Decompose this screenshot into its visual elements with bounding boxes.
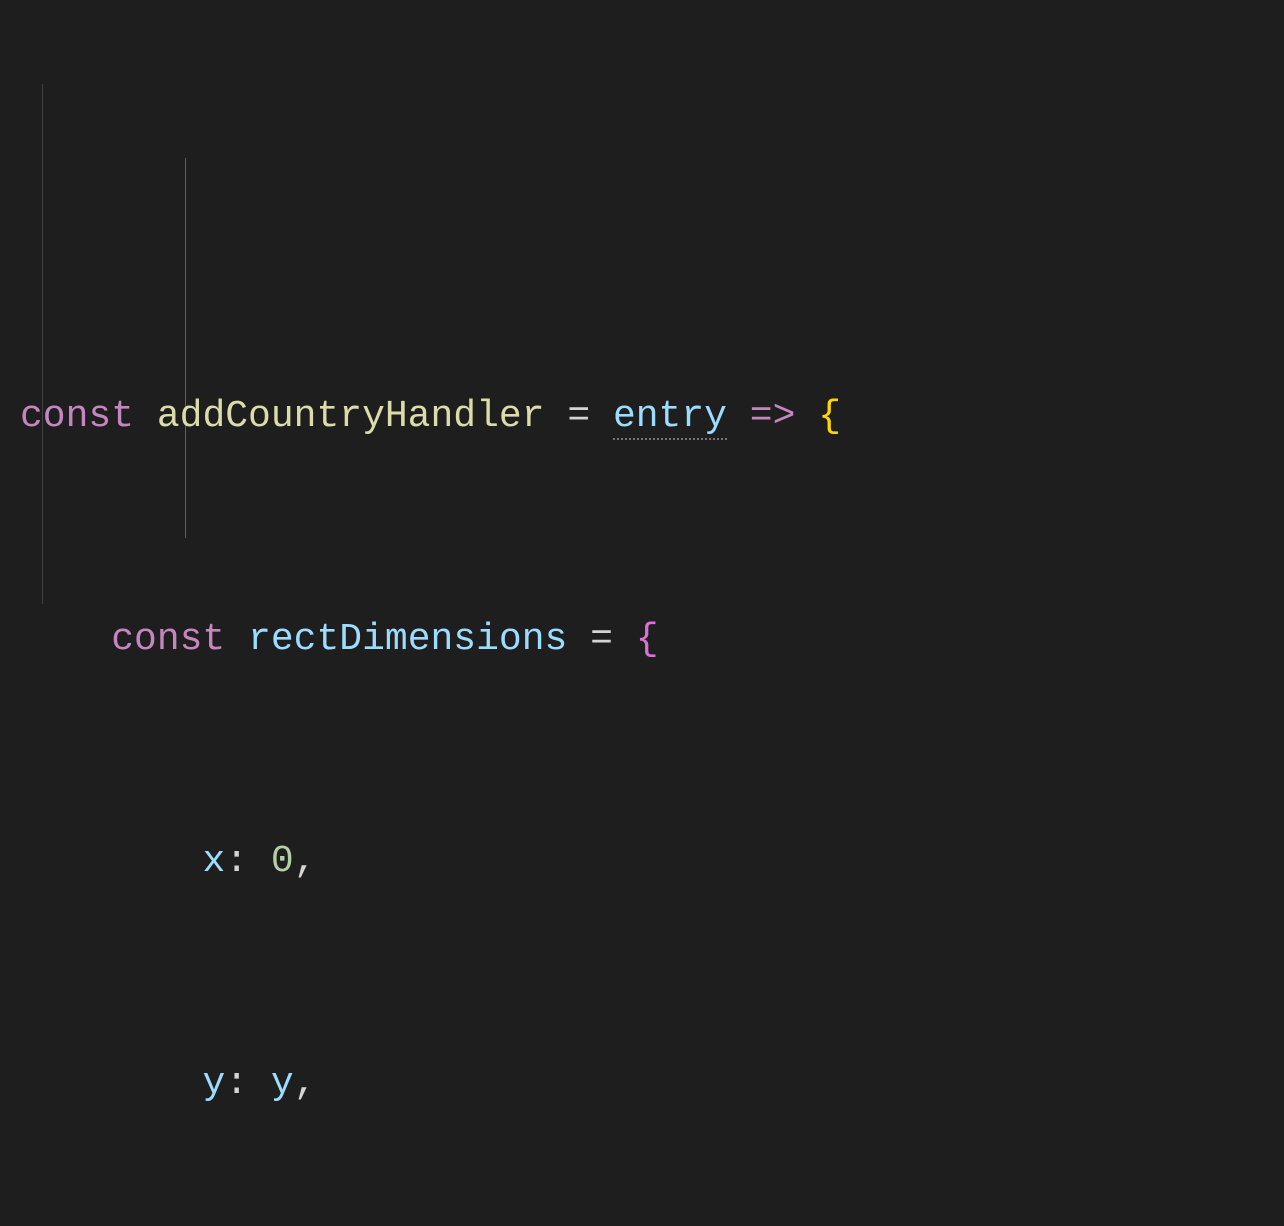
- property-y: y: [202, 1062, 225, 1105]
- arrow-operator: =>: [750, 395, 796, 438]
- variable-name: rectDimensions: [248, 618, 567, 661]
- code-line-2: const rectDimensions = {: [20, 603, 1264, 677]
- keyword-const: const: [111, 618, 225, 661]
- indent-guide-2: [185, 158, 186, 538]
- function-name: addCountryHandler: [157, 395, 545, 438]
- open-brace: {: [818, 395, 841, 438]
- keyword-const: const: [20, 395, 134, 438]
- open-brace: {: [636, 618, 659, 661]
- colon: :: [225, 840, 248, 883]
- number-literal: 0: [271, 840, 294, 883]
- comma: ,: [294, 840, 317, 883]
- code-line-4: y: y,: [20, 1047, 1264, 1121]
- operator-equals: =: [567, 395, 590, 438]
- colon: :: [225, 1062, 248, 1105]
- code-line-3: x: 0,: [20, 825, 1264, 899]
- parameter: entry: [613, 395, 727, 440]
- property-x: x: [202, 840, 225, 883]
- comma: ,: [294, 1062, 317, 1105]
- operator-equals: =: [590, 618, 613, 661]
- code-editor[interactable]: const addCountryHandler = entry => { con…: [20, 10, 1264, 1226]
- variable-y: y: [271, 1062, 294, 1105]
- indent-guide-1: [42, 84, 43, 604]
- code-line-1: const addCountryHandler = entry => {: [20, 380, 1264, 454]
